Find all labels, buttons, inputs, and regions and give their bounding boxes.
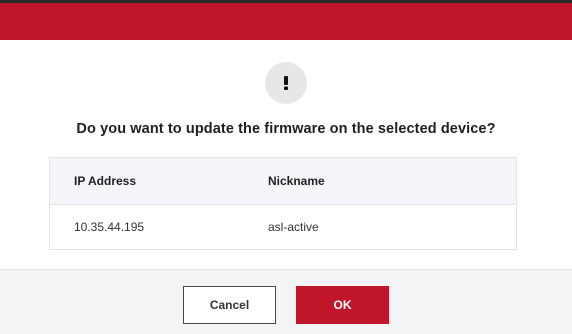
dialog-header-band xyxy=(0,3,572,40)
column-header-ip-address: IP Address xyxy=(49,157,244,205)
device-table: IP Address Nickname 10.35.44.195 asl-act… xyxy=(49,157,517,250)
cancel-button[interactable]: Cancel xyxy=(183,286,276,324)
device-nickname-cell: asl-active xyxy=(244,204,517,250)
ok-button[interactable]: OK xyxy=(296,286,389,324)
device-ip-cell: 10.35.44.195 xyxy=(49,204,244,250)
table-header-row: IP Address Nickname xyxy=(49,157,517,205)
confirmation-message: Do you want to update the firmware on th… xyxy=(76,121,496,137)
dialog-body: Do you want to update the firmware on th… xyxy=(0,40,572,269)
exclamation-icon xyxy=(265,62,307,104)
table-row: 10.35.44.195 asl-active xyxy=(49,204,517,250)
dialog-footer: Cancel OK xyxy=(0,269,572,334)
column-header-nickname: Nickname xyxy=(244,157,517,205)
